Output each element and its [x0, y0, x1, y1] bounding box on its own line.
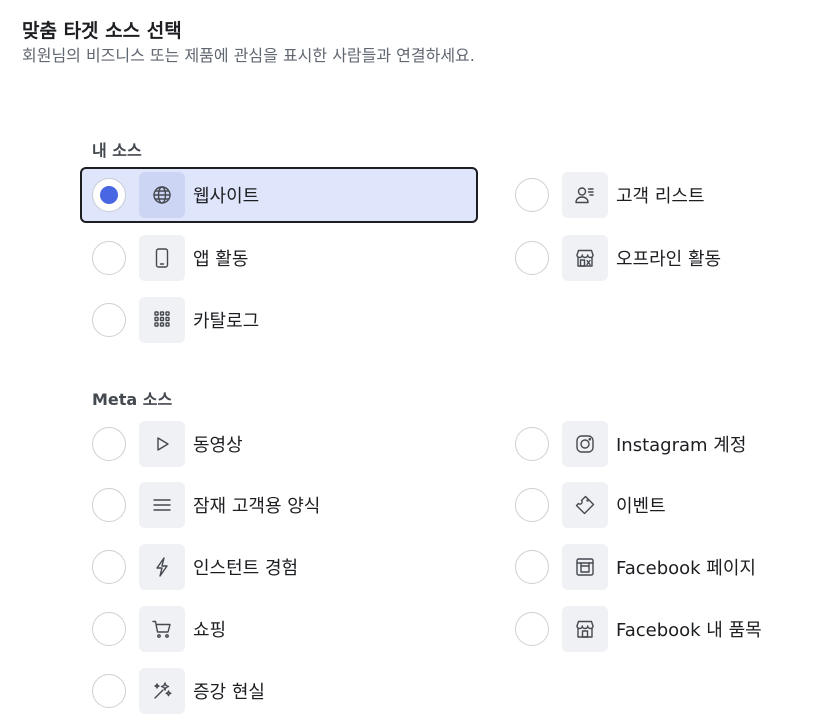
option-event[interactable]: 이벤트: [503, 477, 803, 533]
option-shopping[interactable]: 쇼핑: [80, 601, 478, 657]
lightning-icon: [139, 544, 185, 590]
option-customer-list[interactable]: 고객 리스트: [503, 167, 803, 223]
globe-icon: [139, 172, 185, 218]
option-lead-form[interactable]: 잠재 고객용 양식: [80, 477, 478, 533]
option-label: 증강 현실: [193, 682, 265, 703]
page-title: 맞춤 타겟 소스 선택: [22, 20, 182, 42]
grid-icon: [139, 297, 185, 343]
option-label: 쇼핑: [193, 620, 227, 641]
radio-button[interactable]: [92, 178, 126, 212]
option-label: 고객 리스트: [616, 186, 705, 207]
option-augmented-reality[interactable]: 증강 현실: [80, 663, 478, 719]
option-video[interactable]: 동영상: [80, 416, 478, 472]
radio-button[interactable]: [92, 612, 126, 646]
radio-button[interactable]: [515, 612, 549, 646]
option-label: 잠재 고객용 양식: [193, 496, 321, 517]
page-subtitle: 회원님의 비즈니스 또는 제품에 관심을 표시한 사람들과 연결하세요.: [22, 46, 475, 65]
option-app-activity[interactable]: 앱 활동: [80, 230, 478, 286]
radio-button[interactable]: [515, 241, 549, 275]
radio-button[interactable]: [92, 303, 126, 337]
option-instant-experience[interactable]: 인스턴트 경험: [80, 539, 478, 595]
radio-button[interactable]: [515, 550, 549, 584]
ticket-icon: [562, 482, 608, 528]
page-icon: [562, 544, 608, 590]
phone-icon: [139, 235, 185, 281]
option-offline-activity[interactable]: 오프라인 활동: [503, 230, 803, 286]
radio-button[interactable]: [92, 241, 126, 275]
option-facebook-listing[interactable]: Facebook 내 품목: [503, 601, 803, 657]
header: 맞춤 타겟 소스 선택 회원님의 비즈니스 또는 제품에 관심을 표시한 사람들…: [22, 18, 475, 68]
section-label-my-sources: 내 소스: [92, 141, 142, 160]
store-icon: [562, 235, 608, 281]
radio-button[interactable]: [92, 550, 126, 584]
option-facebook-page[interactable]: Facebook 페이지: [503, 539, 803, 595]
option-label: Facebook 내 품목: [616, 620, 762, 641]
section-label-meta-sources: Meta 소스: [92, 390, 173, 409]
option-label: Facebook 페이지: [616, 558, 756, 579]
option-catalog[interactable]: 카탈로그: [80, 292, 478, 348]
shop-icon: [562, 606, 608, 652]
option-label: 카탈로그: [193, 311, 260, 332]
radio-button[interactable]: [92, 427, 126, 461]
sparkle-icon: [139, 668, 185, 714]
option-label: 이벤트: [616, 496, 666, 517]
option-website[interactable]: 웹사이트: [80, 167, 478, 223]
option-label: 웹사이트: [193, 186, 260, 207]
radio-button[interactable]: [515, 488, 549, 522]
form-lines-icon: [139, 482, 185, 528]
option-label: Instagram 계정: [616, 435, 747, 456]
option-label: 앱 활동: [193, 249, 249, 270]
option-label: 인스턴트 경험: [193, 558, 299, 579]
radio-button[interactable]: [92, 488, 126, 522]
option-label: 동영상: [193, 435, 243, 456]
option-instagram-account[interactable]: Instagram 계정: [503, 416, 803, 472]
radio-selected-dot: [100, 186, 118, 204]
radio-button[interactable]: [92, 674, 126, 708]
instagram-icon: [562, 421, 608, 467]
radio-button[interactable]: [515, 427, 549, 461]
cart-icon: [139, 606, 185, 652]
customer-list-icon: [562, 172, 608, 218]
radio-button[interactable]: [515, 178, 549, 212]
play-icon: [139, 421, 185, 467]
option-label: 오프라인 활동: [616, 249, 722, 270]
